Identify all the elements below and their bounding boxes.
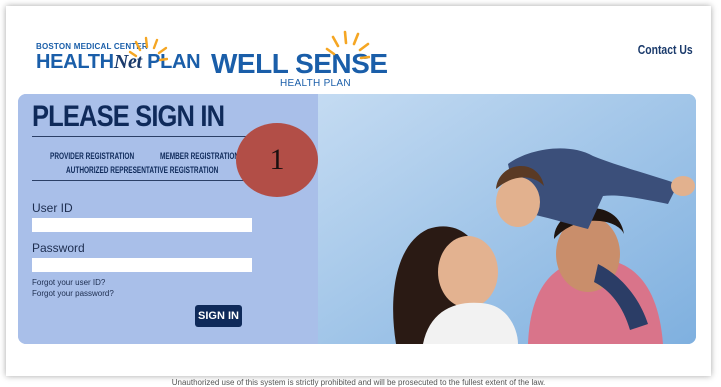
authorized-representative-registration-link[interactable]: AUTHORIZED REPRESENTATIVE REGISTRATION [66, 165, 218, 175]
sign-in-button[interactable]: SIGN IN [195, 305, 242, 327]
provider-registration-link[interactable]: PROVIDER REGISTRATION [50, 151, 134, 161]
header: BOSTON MEDICAL CENTER HEALTHNet PLAN WEL… [6, 6, 711, 92]
user-id-input[interactable] [32, 218, 252, 232]
logo2-sub-text: HEALTH PLAN [280, 78, 351, 89]
page-frame: BOSTON MEDICAL CENTER HEALTHNet PLAN WEL… [6, 6, 711, 387]
forgot-password-link[interactable]: Forgot your password? [32, 289, 114, 298]
annotation-number: 1 [269, 143, 285, 176]
logo1-health: HEALTH [36, 51, 114, 73]
logo1-main-text: HEALTHNet PLAN [36, 51, 201, 74]
forgot-user-id-link[interactable]: Forgot your user ID? [32, 278, 105, 287]
password-input[interactable] [32, 258, 252, 272]
sun-rays-icon [325, 30, 370, 60]
member-registration-link[interactable]: MEMBER REGISTRATION [160, 151, 239, 161]
family-photo [318, 94, 696, 344]
page-title: PLEASE SIGN IN [32, 100, 225, 133]
sun-rays-icon [128, 36, 168, 62]
user-id-label: User ID [32, 201, 73, 215]
annotation-marker: 1 [236, 123, 318, 197]
contact-us-link[interactable]: Contact Us [638, 42, 693, 57]
signin-banner: PLEASE SIGN IN PROVIDER REGISTRATION MEM… [18, 94, 696, 344]
password-label: Password [32, 241, 85, 255]
